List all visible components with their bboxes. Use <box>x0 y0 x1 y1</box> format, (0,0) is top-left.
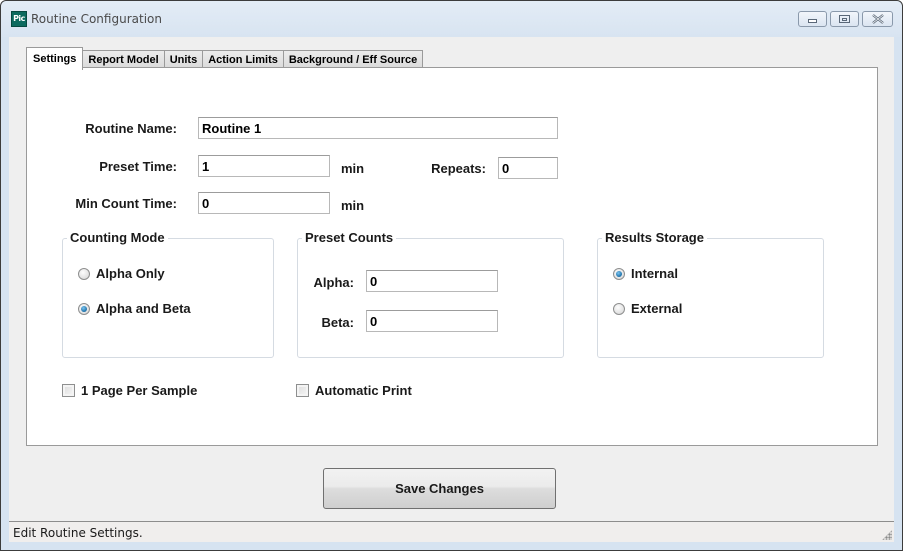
routine-name-label: Routine Name: <box>85 121 177 136</box>
client-area: Settings Report Model Units Action Limit… <box>9 37 894 542</box>
save-changes-button[interactable]: Save Changes <box>323 468 556 509</box>
routine-name-input[interactable] <box>198 117 558 139</box>
counting-mode-group: Counting Mode Alpha Only Alpha and Beta <box>62 230 274 358</box>
status-bar: Edit Routine Settings. <box>9 521 894 542</box>
window-controls <box>798 11 893 27</box>
tab-settings[interactable]: Settings <box>26 47 84 70</box>
status-text: Edit Routine Settings. <box>13 526 143 540</box>
maximize-button[interactable] <box>830 11 859 27</box>
routine-configuration-window: Pic Routine Configuration Settings Repor… <box>0 0 903 551</box>
alpha-label: Alpha: <box>313 275 354 290</box>
min-count-time-unit: min <box>341 198 365 213</box>
beta-count-input[interactable] <box>366 310 498 332</box>
repeats-input[interactable] <box>498 157 558 179</box>
radio-alpha-and-beta-label: Alpha and Beta <box>96 301 191 316</box>
radio-alpha-and-beta[interactable]: Alpha and Beta <box>78 301 191 316</box>
counting-mode-title: Counting Mode <box>67 230 168 245</box>
preset-time-input[interactable] <box>198 155 330 177</box>
settings-panel: Routine Name: Preset Time: min Repeats: … <box>26 67 878 446</box>
min-count-time-input[interactable] <box>198 192 330 214</box>
results-storage-title: Results Storage <box>602 230 707 245</box>
automatic-print-checkbox-row[interactable]: Automatic Print <box>296 383 412 398</box>
radio-alpha-only-label: Alpha Only <box>96 266 165 281</box>
title-bar[interactable]: Pic Routine Configuration <box>1 1 902 37</box>
radio-button-unchecked[interactable] <box>613 302 625 315</box>
maximize-icon <box>839 15 850 23</box>
alpha-count-input[interactable] <box>366 270 498 292</box>
close-button[interactable] <box>862 11 893 27</box>
radio-external[interactable]: External <box>613 301 682 316</box>
preset-time-label: Preset Time: <box>99 159 177 174</box>
radio-alpha-only[interactable]: Alpha Only <box>78 266 165 281</box>
radio-internal[interactable]: Internal <box>613 266 678 281</box>
radio-button-checked[interactable] <box>613 267 625 280</box>
beta-label: Beta: <box>321 315 354 330</box>
window-title: Routine Configuration <box>31 12 162 26</box>
radio-button-checked[interactable] <box>78 302 90 315</box>
minimize-icon <box>808 19 817 23</box>
one-page-per-sample-checkbox[interactable] <box>62 384 75 397</box>
min-count-time-label: Min Count Time: <box>75 196 177 211</box>
resize-grip-icon[interactable] <box>882 530 892 540</box>
preset-counts-title: Preset Counts <box>302 230 397 245</box>
automatic-print-checkbox[interactable] <box>296 384 309 397</box>
repeats-label: Repeats: <box>431 161 486 176</box>
radio-button-unchecked[interactable] <box>78 267 90 280</box>
one-page-per-sample-label: 1 Page Per Sample <box>81 383 198 398</box>
preset-time-unit: min <box>341 161 365 176</box>
close-icon <box>871 14 884 24</box>
radio-internal-label: Internal <box>631 266 678 281</box>
app-logo-icon: Pic <box>11 11 27 27</box>
results-storage-group: Results Storage Internal External <box>597 230 824 358</box>
minimize-button[interactable] <box>798 11 827 27</box>
automatic-print-label: Automatic Print <box>315 383 412 398</box>
radio-external-label: External <box>631 301 683 316</box>
preset-counts-group: Preset Counts Alpha: Beta: <box>297 230 564 358</box>
one-page-per-sample-checkbox-row[interactable]: 1 Page Per Sample <box>62 383 197 398</box>
